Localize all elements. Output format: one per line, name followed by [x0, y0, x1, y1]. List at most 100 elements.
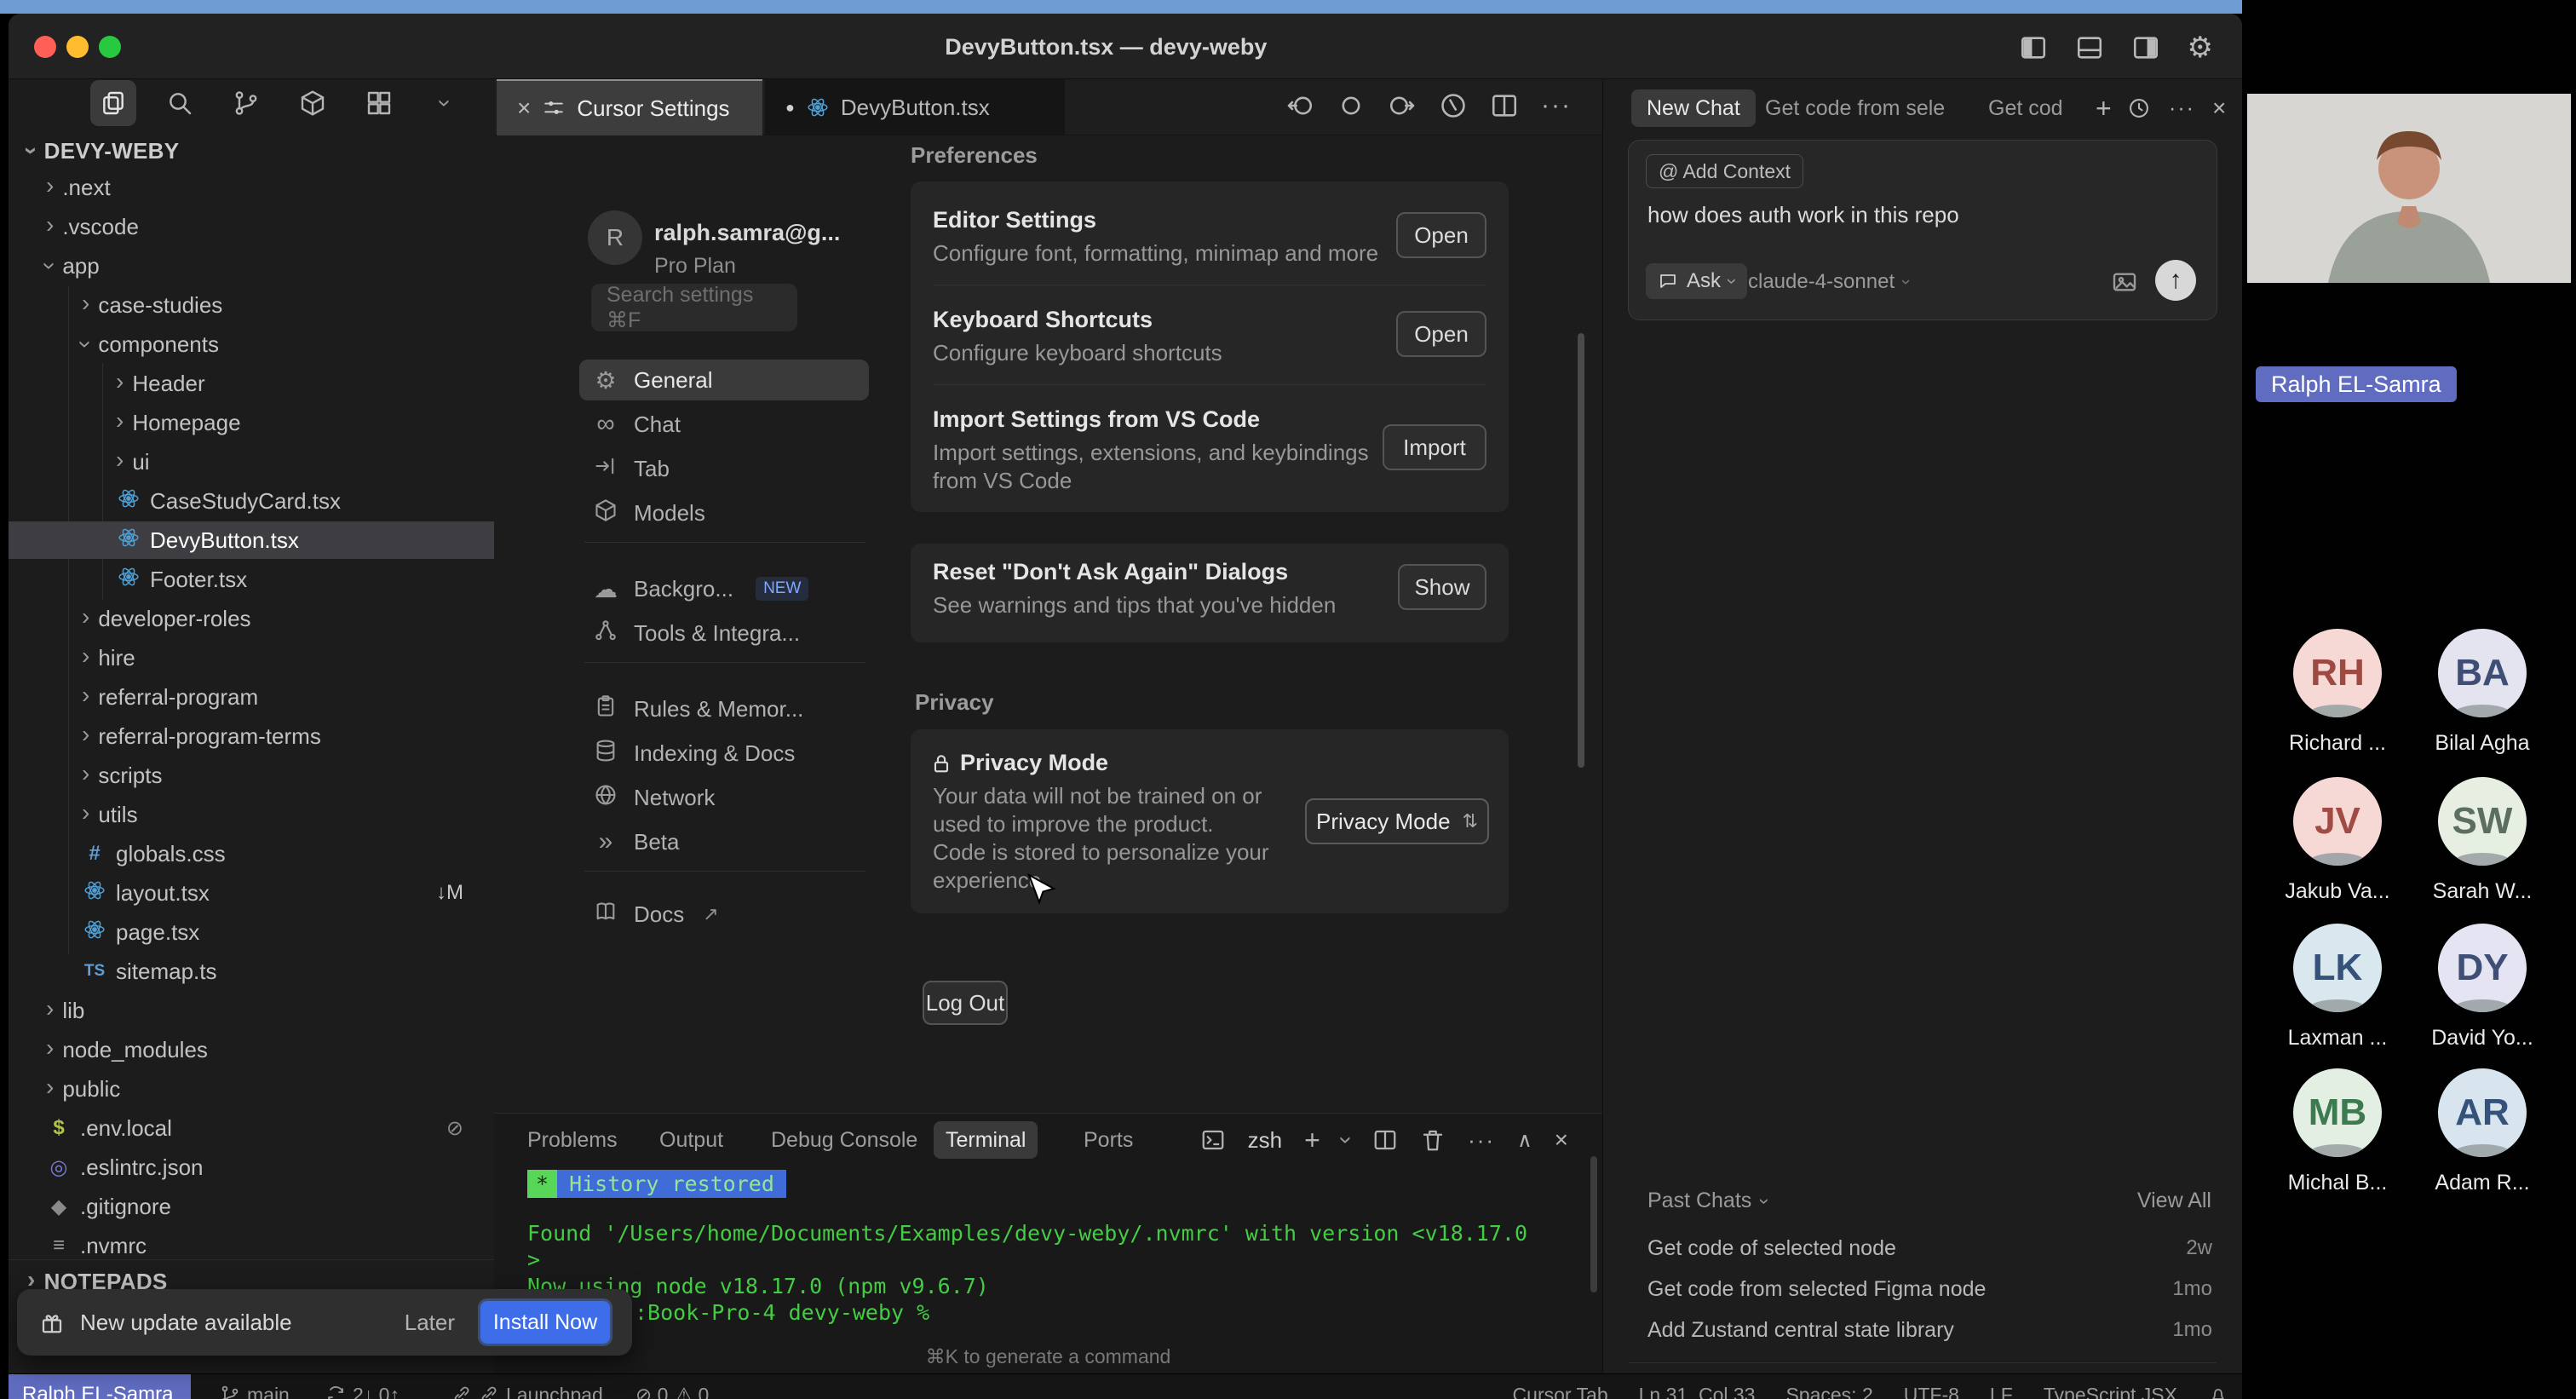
line-col-status[interactable]: Ln 31, Col 33 [1639, 1384, 1756, 1399]
past-chats-header[interactable]: Past Chats› [1647, 1189, 1768, 1213]
open-editor-settings-button[interactable]: Open [1396, 212, 1486, 258]
tree-item-case-studies[interactable]: ›case-studies [9, 286, 494, 324]
scrollbar[interactable] [1590, 1156, 1597, 1292]
participant-avatar[interactable]: RH [2293, 629, 2382, 717]
tree-item-scripts[interactable]: ›scripts [9, 757, 494, 794]
participant-avatar[interactable]: AR [2438, 1068, 2527, 1157]
nav-forward-icon[interactable] [1388, 91, 1417, 120]
tree-item-hire[interactable]: ›hire [9, 639, 494, 676]
tree-item-vscode[interactable]: ›.vscode [9, 208, 494, 245]
gear-icon[interactable]: ⚙ [2188, 31, 2213, 65]
send-button[interactable]: ↑ [2155, 260, 2196, 301]
tab-ports[interactable]: Ports [1072, 1121, 1145, 1159]
toggle-sidebar-icon[interactable] [2019, 33, 2048, 62]
chat-input-text[interactable]: how does auth work in this repo [1647, 202, 1959, 228]
tree-item-page[interactable]: page.tsx [9, 913, 494, 951]
add-context-chip[interactable]: @ Add Context [1646, 154, 1803, 188]
toggle-panel-icon[interactable] [2075, 33, 2104, 62]
tree-item-public[interactable]: ›public [9, 1070, 494, 1108]
tree-item-node-modules[interactable]: ›node_modules [9, 1031, 494, 1068]
nav-indexing-docs[interactable]: Indexing & Docs [579, 733, 869, 774]
nav-general[interactable]: ⚙General [579, 360, 869, 400]
nav-background[interactable]: ☁Backgro...NEW [579, 568, 869, 609]
more-icon[interactable]: ··· [2169, 89, 2195, 127]
tab-problems[interactable]: Problems [515, 1121, 630, 1159]
more-actions-icon[interactable]: ··· [1541, 91, 1572, 120]
tab-debug-console[interactable]: Debug Console [759, 1121, 929, 1159]
new-terminal-icon[interactable]: + [1304, 1125, 1320, 1156]
tree-item-ui[interactable]: ›ui [9, 443, 494, 481]
layout-grid-icon[interactable] [356, 80, 402, 126]
show-button[interactable]: Show [1398, 564, 1486, 610]
tree-item-devybutton-selected[interactable]: DevyButton.tsx [9, 521, 494, 559]
tree-item-gitignore[interactable]: ◆.gitignore [9, 1188, 494, 1225]
terminal-dropdown-icon[interactable]: › [1334, 1136, 1358, 1143]
tree-item-developer-roles[interactable]: ›developer-roles [9, 600, 494, 637]
tree-item-next[interactable]: ›.next [9, 169, 494, 206]
nav-network[interactable]: Network [579, 777, 869, 818]
explorer-root[interactable]: ›DEVY-WEBY [27, 138, 179, 164]
view-all-link[interactable]: View All [2137, 1189, 2211, 1213]
close-chat-icon[interactable]: × [2212, 89, 2226, 127]
source-control-icon[interactable] [223, 80, 269, 126]
participant-avatar[interactable]: JV [2293, 777, 2382, 866]
launchpad-status[interactable]: Launchpad [451, 1374, 603, 1399]
tree-item-referral-program-terms[interactable]: ›referral-program-terms [9, 717, 494, 755]
tab-cursor-settings[interactable]: × Cursor Settings [497, 79, 762, 135]
new-tab-icon[interactable]: + [2096, 89, 2112, 127]
later-button[interactable]: Later [405, 1310, 455, 1336]
tree-item-referral-program[interactable]: ›referral-program [9, 678, 494, 716]
more-icon[interactable]: ··· [1468, 1127, 1495, 1154]
tree-item-env-local[interactable]: $.env.local⊘ [9, 1109, 494, 1147]
settings-search-input[interactable]: Search settings ⌘F [591, 284, 797, 331]
tab-get-code[interactable]: Get cod [1988, 89, 2070, 127]
close-panel-icon[interactable]: × [1555, 1126, 1568, 1154]
nav-rules-memories[interactable]: Rules & Memor... [579, 688, 869, 729]
model-selector[interactable]: claude-4-sonnet › [1748, 270, 1909, 294]
tab-output[interactable]: Output [647, 1121, 735, 1159]
close-icon[interactable]: × [517, 95, 531, 122]
participant-avatar[interactable]: SW [2438, 777, 2527, 866]
tree-item-utils[interactable]: ›utils [9, 796, 494, 833]
privacy-mode-dropdown[interactable]: Privacy Mode ⇅ [1305, 798, 1489, 844]
timeline-icon[interactable] [1439, 91, 1468, 120]
tree-item-layout[interactable]: layout.tsx↓M [9, 874, 494, 912]
chevron-down-icon[interactable]: › [423, 80, 469, 126]
ask-mode-selector[interactable]: Ask › [1646, 263, 1747, 299]
tree-item-casestudycard[interactable]: CaseStudyCard.tsx [9, 482, 494, 520]
encoding-status[interactable]: UTF-8 [1904, 1384, 1959, 1399]
log-out-button[interactable]: Log Out [923, 981, 1008, 1025]
bell-icon[interactable] [2208, 1385, 2228, 1399]
nav-docs[interactable]: Docs↗ [579, 894, 869, 935]
chat-input-card[interactable]: @ Add Context how does auth work in this… [1628, 140, 2217, 320]
tab-get-code-selection[interactable]: Get code from sele [1765, 89, 1975, 127]
tab-terminal[interactable]: Terminal [934, 1121, 1038, 1159]
tree-item-components[interactable]: ›components [9, 325, 494, 363]
nav-beta[interactable]: »Beta [579, 821, 869, 862]
nav-models[interactable]: Models [579, 492, 869, 533]
tree-item-app[interactable]: ›app [9, 247, 494, 285]
tree-item-homepage[interactable]: ›Homepage [9, 404, 494, 441]
extensions-icon[interactable] [290, 80, 336, 126]
past-chat-item[interactable]: Get code of selected node2w [1603, 1229, 2242, 1267]
git-sync-status[interactable]: 2↓ 0↑ [325, 1374, 400, 1399]
presenter-video[interactable] [2247, 94, 2571, 283]
nav-chat[interactable]: ∞Chat [579, 404, 869, 445]
open-keyboard-shortcuts-button[interactable]: Open [1396, 311, 1486, 357]
past-chat-item[interactable]: Add Zustand central state library1mo [1603, 1311, 2242, 1349]
cursor-tab-status[interactable]: Cursor Tab [1513, 1384, 1608, 1399]
explorer-icon[interactable] [90, 80, 136, 126]
tree-item-eslintrc[interactable]: ◎.eslintrc.json [9, 1149, 494, 1186]
zoom-traffic-light[interactable] [99, 36, 121, 58]
participant-avatar[interactable]: LK [2293, 924, 2382, 1012]
kill-terminal-icon[interactable] [1420, 1127, 1446, 1153]
close-traffic-light[interactable] [34, 36, 56, 58]
language-status[interactable]: TypeScript JSX [2044, 1384, 2177, 1399]
participant-avatar[interactable]: MB [2293, 1068, 2382, 1157]
search-icon[interactable] [157, 80, 203, 126]
eol-status[interactable]: LF [1990, 1384, 2013, 1399]
participant-avatar[interactable]: BA [2438, 629, 2527, 717]
maximize-panel-icon[interactable]: ∧ [1517, 1128, 1532, 1153]
nav-current-icon[interactable] [1337, 91, 1366, 120]
tree-item-sitemap[interactable]: TSsitemap.ts [9, 953, 494, 990]
